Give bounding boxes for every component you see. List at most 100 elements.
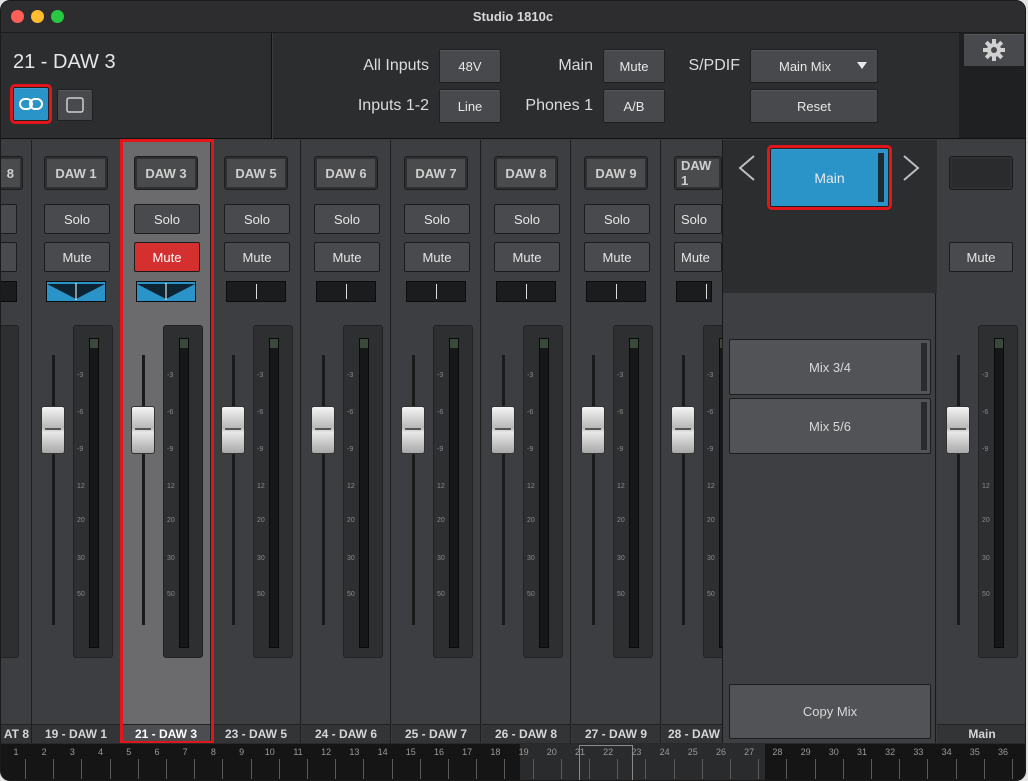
solo-button[interactable]: Solo bbox=[224, 204, 290, 234]
ruler-number[interactable]: 19 bbox=[514, 747, 534, 757]
solo-button[interactable]: Solo bbox=[314, 204, 380, 234]
ruler-number[interactable]: 7 bbox=[175, 747, 195, 757]
mute-button[interactable]: Mute bbox=[314, 242, 380, 272]
volume-fader[interactable] bbox=[221, 406, 245, 454]
copy-mix-button[interactable]: Copy Mix bbox=[729, 684, 931, 739]
strip-header-button[interactable]: DAW 9 bbox=[584, 156, 648, 190]
ruler-number[interactable]: 9 bbox=[232, 747, 252, 757]
ruler-number[interactable]: 15 bbox=[401, 747, 421, 757]
mono-button[interactable] bbox=[57, 89, 93, 121]
ruler-number[interactable]: 4 bbox=[91, 747, 111, 757]
phantom-power-button[interactable]: 48V bbox=[439, 49, 501, 83]
ruler-number[interactable]: 23 bbox=[626, 747, 646, 757]
strip-header-button[interactable]: DAW 6 bbox=[314, 156, 378, 190]
ruler-number[interactable]: 8 bbox=[203, 747, 223, 757]
pan-control[interactable] bbox=[496, 281, 556, 302]
volume-fader[interactable] bbox=[491, 406, 515, 454]
meter-bar bbox=[539, 338, 549, 648]
meter-tick: 30 bbox=[527, 555, 535, 562]
pan-control[interactable] bbox=[406, 281, 466, 302]
mute-button[interactable]: Mute bbox=[494, 242, 560, 272]
ruler-number[interactable]: 21 bbox=[570, 747, 590, 757]
ruler-number[interactable]: 18 bbox=[485, 747, 505, 757]
line-button[interactable]: Line bbox=[439, 89, 501, 123]
ruler-number[interactable]: 27 bbox=[739, 747, 759, 757]
spdif-select[interactable]: Main Mix bbox=[750, 49, 878, 83]
ruler-number[interactable]: 24 bbox=[655, 747, 675, 757]
volume-fader[interactable] bbox=[401, 406, 425, 454]
reset-button[interactable]: Reset bbox=[750, 89, 878, 123]
strip-header-button[interactable]: DAW 3 bbox=[134, 156, 198, 190]
ruler-number[interactable]: 29 bbox=[796, 747, 816, 757]
mix-5-6-button[interactable]: Mix 5/6 bbox=[729, 398, 931, 454]
pan-control[interactable] bbox=[1, 281, 17, 302]
ruler-number[interactable]: 33 bbox=[908, 747, 928, 757]
ruler-number[interactable]: 17 bbox=[457, 747, 477, 757]
main-fader[interactable] bbox=[946, 406, 970, 454]
mute-button[interactable]: Mute bbox=[404, 242, 470, 272]
ruler-number[interactable]: 3 bbox=[62, 747, 82, 757]
settings-button[interactable] bbox=[963, 33, 1025, 67]
main-header-button[interactable] bbox=[949, 156, 1013, 190]
volume-fader[interactable] bbox=[311, 406, 335, 454]
pan-control[interactable] bbox=[46, 281, 106, 302]
ruler-number[interactable]: 1 bbox=[6, 747, 26, 757]
strip-header-button[interactable]: DAW 1 bbox=[44, 156, 108, 190]
ruler-number[interactable]: 35 bbox=[965, 747, 985, 757]
strip-header-button[interactable]: DAW 5 bbox=[224, 156, 288, 190]
volume-fader[interactable] bbox=[581, 406, 605, 454]
mute-button[interactable] bbox=[1, 242, 17, 272]
mute-button[interactable]: Mute bbox=[134, 242, 200, 272]
ruler-number[interactable]: 11 bbox=[288, 747, 308, 757]
ruler-number[interactable]: 36 bbox=[993, 747, 1013, 757]
solo-button[interactable]: Solo bbox=[674, 204, 722, 234]
ruler-number[interactable]: 34 bbox=[937, 747, 957, 757]
ruler-number[interactable]: 30 bbox=[824, 747, 844, 757]
ruler-number[interactable]: 25 bbox=[683, 747, 703, 757]
ruler-number[interactable]: 16 bbox=[429, 747, 449, 757]
strip-header-button[interactable]: 8 bbox=[1, 156, 23, 190]
ruler-number[interactable]: 28 bbox=[767, 747, 787, 757]
main-strip-mute-button[interactable]: Mute bbox=[949, 242, 1013, 272]
mute-button[interactable]: Mute bbox=[584, 242, 650, 272]
pan-control[interactable] bbox=[136, 281, 196, 302]
volume-fader[interactable] bbox=[671, 406, 695, 454]
ruler-number[interactable]: 13 bbox=[344, 747, 364, 757]
ruler-number[interactable]: 6 bbox=[147, 747, 167, 757]
pan-control[interactable] bbox=[226, 281, 286, 302]
solo-button[interactable]: Solo bbox=[44, 204, 110, 234]
ruler-number[interactable]: 26 bbox=[711, 747, 731, 757]
current-mix-button[interactable]: Main bbox=[767, 145, 892, 210]
solo-button[interactable] bbox=[1, 204, 17, 234]
ruler-number[interactable]: 2 bbox=[34, 747, 54, 757]
strip-header-button[interactable]: DAW 8 bbox=[494, 156, 558, 190]
pan-control[interactable] bbox=[586, 281, 646, 302]
pan-control[interactable] bbox=[316, 281, 376, 302]
strip-header-button[interactable]: DAW 7 bbox=[404, 156, 468, 190]
strip-header-button[interactable]: DAW 1 bbox=[674, 156, 722, 190]
stereo-link-button[interactable] bbox=[10, 84, 52, 124]
mute-button[interactable]: Mute bbox=[224, 242, 290, 272]
ruler-number[interactable]: 31 bbox=[852, 747, 872, 757]
chevron-right-icon[interactable] bbox=[901, 154, 921, 182]
main-mute-button[interactable]: Mute bbox=[603, 49, 665, 83]
ruler-number[interactable]: 20 bbox=[542, 747, 562, 757]
volume-fader[interactable] bbox=[41, 406, 65, 454]
solo-button[interactable]: Solo bbox=[134, 204, 200, 234]
ruler-number[interactable]: 10 bbox=[260, 747, 280, 757]
ruler-number[interactable]: 22 bbox=[598, 747, 618, 757]
ab-button[interactable]: A/B bbox=[603, 89, 665, 123]
solo-button[interactable]: Solo bbox=[404, 204, 470, 234]
ruler-number[interactable]: 32 bbox=[880, 747, 900, 757]
solo-button[interactable]: Solo bbox=[584, 204, 650, 234]
pan-control[interactable] bbox=[676, 281, 712, 302]
mix-3-4-button[interactable]: Mix 3/4 bbox=[729, 339, 931, 395]
mute-button[interactable]: Mute bbox=[674, 242, 722, 272]
solo-button[interactable]: Solo bbox=[494, 204, 560, 234]
ruler-number[interactable]: 14 bbox=[373, 747, 393, 757]
mute-button[interactable]: Mute bbox=[44, 242, 110, 272]
ruler-number[interactable]: 12 bbox=[316, 747, 336, 757]
ruler-number[interactable]: 5 bbox=[119, 747, 139, 757]
volume-fader[interactable] bbox=[131, 406, 155, 454]
chevron-left-icon[interactable] bbox=[737, 154, 757, 182]
